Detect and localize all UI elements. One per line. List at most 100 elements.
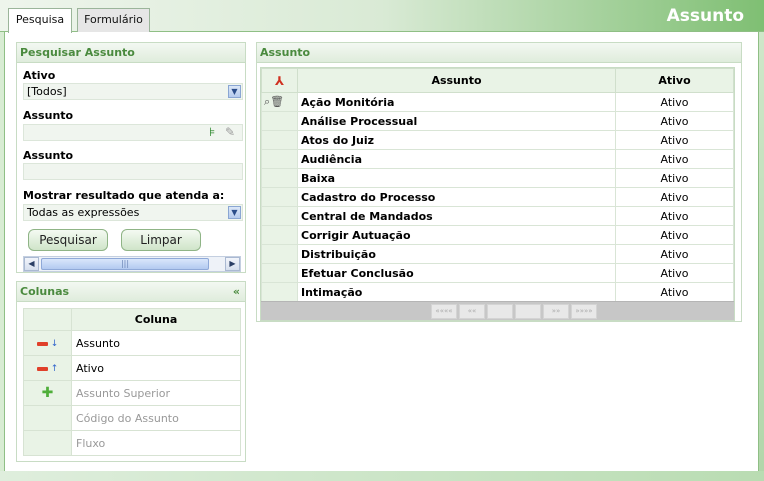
results-panel-title: Assunto xyxy=(257,43,741,63)
page-button[interactable] xyxy=(487,304,513,319)
page-button[interactable] xyxy=(515,304,541,319)
column-controls xyxy=(23,405,72,431)
cell-ativo[interactable]: Ativo xyxy=(615,168,734,188)
table-row: ↓ Assunto xyxy=(23,330,241,356)
cell-ativo[interactable]: Ativo xyxy=(615,130,734,150)
sort-down-icon[interactable]: ↓ xyxy=(51,339,59,349)
table-row[interactable]: ⌕🗑 Ação Monitória Ativo xyxy=(261,92,734,112)
ativo-select[interactable]: [Todos] ▼ xyxy=(23,83,243,100)
column-name: Código do Assunto xyxy=(71,405,241,431)
cell-assunto[interactable]: Atos do Juiz xyxy=(297,130,616,150)
bottom-border xyxy=(0,471,764,481)
cell-ativo[interactable]: Ativo xyxy=(615,263,734,283)
ativo-label: Ativo xyxy=(23,69,56,82)
assunto-label: Assunto xyxy=(23,109,74,122)
row-actions xyxy=(261,263,298,283)
table-row[interactable]: Central de Mandados Ativo xyxy=(261,206,734,226)
columns-title-text: Colunas xyxy=(20,285,70,298)
table-row: Fluxo xyxy=(23,430,241,456)
header-assunto[interactable]: Assunto xyxy=(297,68,616,93)
cell-ativo[interactable]: Ativo xyxy=(615,111,734,131)
table-row[interactable]: Baixa Ativo xyxy=(261,168,734,188)
app-window: Pesquisa Formulário Assunto Pesquisar As… xyxy=(0,0,764,481)
cell-ativo[interactable]: Ativo xyxy=(615,206,734,226)
search-panel-title: Pesquisar Assunto xyxy=(17,43,245,63)
eraser-icon[interactable]: ✎ xyxy=(225,125,239,139)
assunto2-input[interactable] xyxy=(23,163,243,180)
columns-panel: Colunas « Coluna ↓ Assunto ↑ Ativo ✚ Ass… xyxy=(16,281,246,462)
match-label: Mostrar resultado que atenda a: xyxy=(23,189,225,202)
chevron-down-icon[interactable]: ▼ xyxy=(228,85,241,98)
column-name: Fluxo xyxy=(71,430,241,456)
results-panel: Assunto ⅄ Assunto Ativo ⌕🗑 Ação Monitóri… xyxy=(256,42,742,322)
column-controls: ↑ xyxy=(23,355,72,381)
cell-ativo[interactable]: Ativo xyxy=(615,282,734,302)
collapse-icon[interactable]: « xyxy=(233,282,240,301)
last-page-button[interactable]: »»»» xyxy=(571,304,597,319)
row-actions xyxy=(261,168,298,188)
table-row: Código do Assunto xyxy=(23,405,241,431)
table-row[interactable]: Cadastro do Processo Ativo xyxy=(261,187,734,207)
cell-ativo[interactable]: Ativo xyxy=(615,92,734,112)
columns-table: Coluna ↓ Assunto ↑ Ativo ✚ Assunto Super… xyxy=(23,308,241,456)
cell-assunto[interactable]: Baixa xyxy=(297,168,616,188)
table-row: ✚ Assunto Superior xyxy=(23,380,241,406)
cell-assunto[interactable]: Audiência xyxy=(297,149,616,169)
first-page-button[interactable]: «««« xyxy=(431,304,457,319)
trash-icon[interactable]: 🗑 xyxy=(270,95,284,108)
header-ativo[interactable]: Ativo xyxy=(615,68,734,93)
next-page-button[interactable]: »» xyxy=(543,304,569,319)
column-name: Assunto xyxy=(71,330,241,356)
column-name: Ativo xyxy=(71,355,241,381)
columns-panel-title: Colunas « xyxy=(17,282,245,302)
cell-assunto[interactable]: Distribuição xyxy=(297,244,616,264)
cell-ativo[interactable]: Ativo xyxy=(615,244,734,264)
scroll-right-icon[interactable]: ▶ xyxy=(225,257,240,271)
column-controls xyxy=(23,430,72,456)
tab-pesquisa[interactable]: Pesquisa xyxy=(8,8,72,33)
table-row[interactable]: Efetuar Conclusão Ativo xyxy=(261,263,734,283)
table-row[interactable]: Intimação Ativo xyxy=(261,282,734,302)
table-row[interactable]: Atos do Juiz Ativo xyxy=(261,130,734,150)
row-actions xyxy=(261,130,298,150)
cell-assunto[interactable]: Intimação xyxy=(297,282,616,302)
sort-up-icon[interactable]: ↑ xyxy=(51,364,59,374)
columns-ctrl-header xyxy=(23,308,72,331)
chevron-down-icon[interactable]: ▼ xyxy=(228,206,241,219)
cell-assunto[interactable]: Corrigir Autuação xyxy=(297,225,616,245)
row-actions xyxy=(261,244,298,264)
cell-ativo[interactable]: Ativo xyxy=(615,149,734,169)
add-column-icon[interactable]: ✚ xyxy=(42,385,54,401)
scrollbar-thumb[interactable]: ||| xyxy=(41,258,209,270)
column-controls: ↓ xyxy=(23,330,72,356)
scroll-left-icon[interactable]: ◀ xyxy=(24,257,39,271)
prev-page-button[interactable]: «« xyxy=(459,304,485,319)
table-row[interactable]: Corrigir Autuação Ativo xyxy=(261,225,734,245)
table-row: ↑ Ativo xyxy=(23,355,241,381)
table-row[interactable]: Análise Processual Ativo xyxy=(261,111,734,131)
cell-ativo[interactable]: Ativo xyxy=(615,225,734,245)
remove-column-icon[interactable] xyxy=(36,366,48,371)
cell-assunto[interactable]: Cadastro do Processo xyxy=(297,187,616,207)
cell-assunto[interactable]: Análise Processual xyxy=(297,111,616,131)
pdf-export-cell: ⅄ xyxy=(261,68,298,93)
cell-ativo[interactable]: Ativo xyxy=(615,187,734,207)
row-actions xyxy=(261,282,298,302)
match-select-value: Todas as expressões xyxy=(27,206,140,219)
cell-assunto[interactable]: Ação Monitória xyxy=(297,92,616,112)
search-button[interactable]: Pesquisar xyxy=(28,229,108,251)
tab-formulario[interactable]: Formulário xyxy=(77,8,150,32)
match-select[interactable]: Todas as expressões ▼ xyxy=(23,204,243,221)
table-row[interactable]: Audiência Ativo xyxy=(261,149,734,169)
row-actions xyxy=(261,187,298,207)
pdf-icon[interactable]: ⅄ xyxy=(275,74,284,88)
top-bar: Pesquisa Formulário Assunto xyxy=(0,0,764,33)
cell-assunto[interactable]: Central de Mandados xyxy=(297,206,616,226)
cell-assunto[interactable]: Efetuar Conclusão xyxy=(297,263,616,283)
row-actions xyxy=(261,111,298,131)
remove-column-icon[interactable] xyxy=(36,341,48,346)
clear-button[interactable]: Limpar xyxy=(121,229,201,251)
table-row[interactable]: Distribuição Ativo xyxy=(261,244,734,264)
horizontal-scrollbar[interactable]: ◀ ||| ▶ xyxy=(23,256,241,272)
tree-icon[interactable]: ⊧ xyxy=(209,125,221,139)
